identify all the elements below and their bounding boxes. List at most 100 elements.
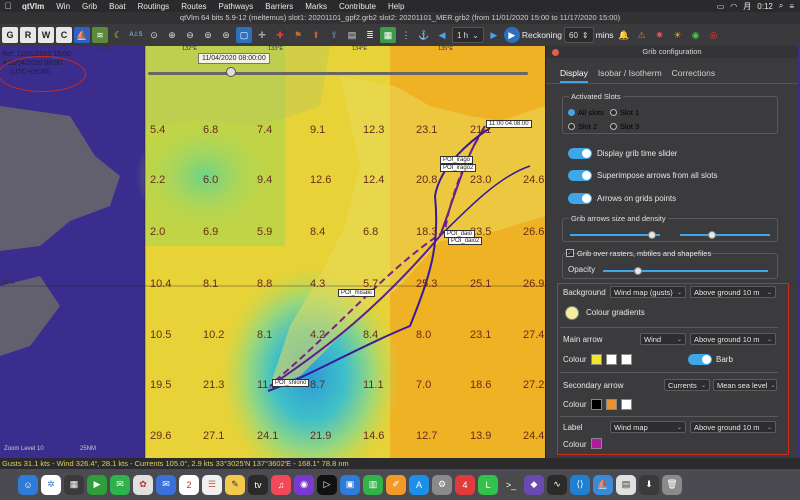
route-icon[interactable]: R [20,27,36,43]
main-colour-swatch[interactable] [621,354,632,365]
zoom-area-icon[interactable]: ⊚ [200,27,216,43]
chart-layers-icon[interactable]: ≣ [362,27,378,43]
menu-contribute[interactable]: Contribute [333,2,382,11]
tab-isobar[interactable]: Isobar / Isotherm [598,68,662,83]
map-icon[interactable]: ▦ [380,27,396,43]
toggle-arrows-grid[interactable] [568,193,592,204]
secondary-colour-swatch[interactable] [606,399,617,410]
poi-marker[interactable]: POI_daio2 [448,237,483,245]
arrow-size-knob[interactable] [648,231,656,239]
colour-gradient-dot[interactable] [565,306,579,320]
arrow-density-knob[interactable] [708,231,716,239]
main-colour-swatch[interactable] [606,354,617,365]
messages-icon[interactable]: ✉ [110,474,130,495]
arrow-size-slider[interactable] [570,234,660,236]
terminal-icon[interactable]: >_ [501,474,521,495]
current-icon[interactable]: C [56,27,72,43]
boat-icon[interactable]: ⛵ [74,27,90,43]
warning-icon[interactable]: ⚠ [634,27,650,43]
poi-marker[interactable]: POI_irago2 [440,164,477,172]
language-indicator[interactable]: 月 [743,1,751,12]
sun-icon[interactable]: ☀ [670,27,686,43]
opacity-knob[interactable] [634,267,642,275]
secondary-colour-swatch[interactable] [621,399,632,410]
tv-icon[interactable]: tv [248,474,268,495]
tab-corrections[interactable]: Corrections [672,68,715,83]
vertical-grid-icon[interactable]: ⋮ [398,27,414,43]
poi-marker[interactable]: 11:00 04.08.00 [486,120,532,128]
arrow-density-slider[interactable] [680,234,770,236]
pages-icon[interactable]: ✐ [386,474,406,495]
mail-icon[interactable]: ✉ [156,474,176,495]
bell-icon[interactable]: 🔔 [616,27,632,43]
line-icon[interactable]: L [478,474,498,495]
grib-time-slider[interactable] [148,72,528,75]
grib-time-slider-knob[interactable] [226,67,236,77]
zoom-in-icon[interactable]: ⊕ [164,27,180,43]
menu-barriers[interactable]: Barriers [259,2,299,11]
background-level-select[interactable]: Above ground 10 m ⌄ [690,286,776,298]
wifi-icon[interactable]: ◠ [730,2,737,11]
qtvlm-icon[interactable]: ⛵ [593,474,613,495]
toggle-superimpose[interactable] [568,170,592,181]
secondary-arrow-select[interactable]: Currents ⌄ [664,379,710,391]
activity-monitor-icon[interactable]: ∿ [547,474,567,495]
menu-pathways[interactable]: Pathways [213,2,260,11]
badge-app-icon[interactable]: 4 [455,474,475,495]
fire-icon[interactable]: ✸ [652,27,668,43]
podcasts-icon[interactable]: ◉ [294,474,314,495]
toggle-time-slider[interactable] [568,148,592,159]
step-select[interactable]: 1 h ⌄ [452,27,484,43]
poi-marker[interactable]: POI_irago [440,156,474,164]
opacity-slider[interactable] [603,270,768,272]
record-icon[interactable]: ◉ [688,27,704,43]
downloads-folder-icon[interactable]: ⬇ [639,474,659,495]
apple-icon[interactable]:  [0,1,16,11]
overlay-checkbox[interactable]: ✓ [566,249,574,257]
secondary-arrow-level-select[interactable]: Mean sea level ⌄ [713,379,777,391]
menu-routings[interactable]: Routings [132,2,176,11]
main-colour-swatch[interactable] [591,354,602,365]
tab-display[interactable]: Display [560,68,588,83]
step-forward-icon[interactable]: ▶ [486,27,502,43]
poi-marker[interactable]: POI_shiono [272,379,310,387]
appstore-icon[interactable]: A [409,474,429,495]
mark-up-icon[interactable]: ⬆ [308,27,324,43]
secondary-colour-swatch[interactable] [591,399,602,410]
minutes-stepper[interactable]: 60 ⇕ [564,27,594,43]
ais-icon[interactable]: A.I.S [128,27,144,43]
calendar-icon[interactable]: 2 [179,474,199,495]
square-select-icon[interactable]: ▢ [236,27,252,43]
finder-icon[interactable]: ☺ [18,474,38,495]
lifebuoy-icon[interactable]: ◎ [706,27,722,43]
facetime-icon[interactable]: ▶ [87,474,107,495]
menu-help[interactable]: Help [382,2,410,11]
reminders-icon[interactable]: ☰ [202,474,222,495]
safari-icon[interactable]: ✲ [41,474,61,495]
background-select[interactable]: Wind map (gusts) ⌄ [610,286,686,298]
notes-icon[interactable]: ✎ [225,474,245,495]
poi-marker[interactable]: POI_misaki [338,289,375,297]
close-icon[interactable] [552,49,559,56]
menu-grib[interactable]: Grib [76,2,103,11]
wind-icon[interactable]: W [38,27,54,43]
label-select[interactable]: Wind map ⌄ [610,421,686,433]
barrier-icon[interactable]: ⚑ [290,27,306,43]
radio-slot-2[interactable]: Slot 2 [568,122,597,131]
label-level-select[interactable]: Above ground 10 m ⌄ [690,421,776,433]
photos-icon[interactable]: ✿ [133,474,153,495]
main-arrow-select[interactable]: Wind ⌄ [640,333,686,345]
radio-slot-1[interactable]: Slot 1 [610,108,639,117]
play-icon[interactable]: ▶ [503,27,520,43]
label-colour-swatch[interactable] [591,438,602,449]
pathway-icon[interactable]: ≋ [92,27,108,43]
pin-icon[interactable]: ✚ [272,27,288,43]
export-icon[interactable]: ⇪ [326,27,342,43]
vscode-icon[interactable]: ⟨⟩ [570,474,590,495]
battery-icon[interactable]: ▭ [717,2,725,11]
app-purple-icon[interactable]: ◆ [524,474,544,495]
zoom-boat-icon[interactable]: ⊛ [218,27,234,43]
menu-app-name[interactable]: qtVlm [16,2,50,11]
search-icon[interactable]: ⌕ [779,1,783,11]
system-preferences-icon[interactable]: ⚙ [432,474,452,495]
